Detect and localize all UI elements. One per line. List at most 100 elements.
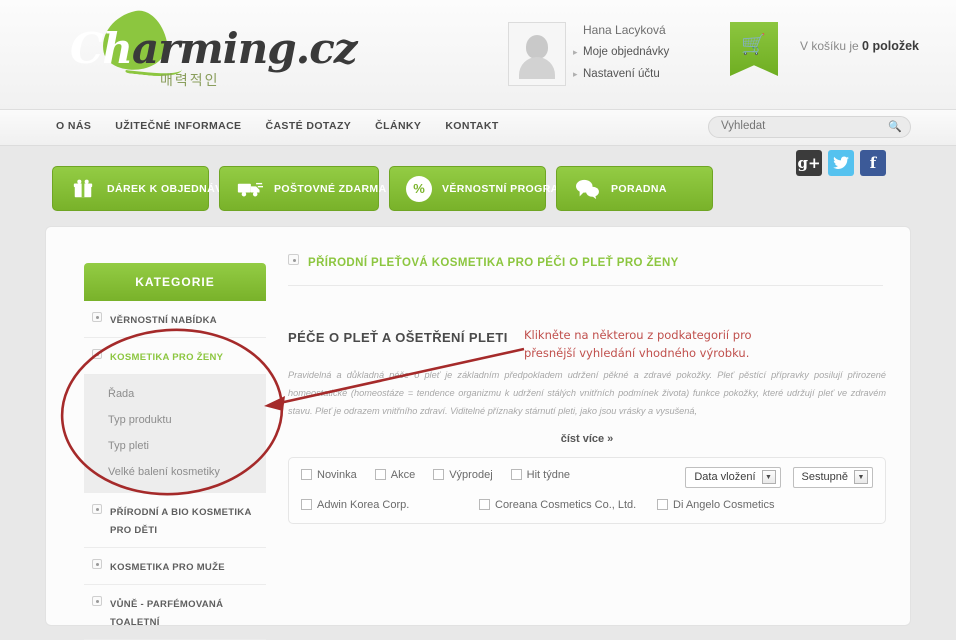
bullet-icon [288,254,299,265]
annotation-line-1: Klikněte na některou z podkategorií pro [524,328,752,342]
checkbox-box-icon[interactable] [433,469,445,481]
checkbox-vyprodej[interactable]: Výprodej [433,469,493,481]
truck-icon [236,175,264,203]
checkbox-box-icon[interactable] [510,469,522,481]
brand-filter-row: Adwin Korea Corp. Coreana Cosmetics Co.,… [301,499,873,511]
cart-prefix: V košíku je [800,39,859,53]
bullet-icon [92,504,102,514]
sidebar-item-vernostni-nabidka[interactable]: VĚRNOSTNÍ NABÍDKA [84,301,266,338]
sidebar-item-label: PŘÍRODNÍ A BIO KOSMETIKA PRO DĚTI [110,507,252,536]
logo-ch: Ch [70,24,133,73]
checkbox-label: Hit týdne [526,468,571,481]
sort-field-value: Data vložení [694,471,756,484]
sidebar-item-label: VŮNĚ - PARFÉMOVANÁ TOALETNÍ [110,599,224,628]
filter-panel: Novinka Akce Výprodej Hit týdne Data vlo [288,456,886,524]
sidebar-subitem-typ-produktu[interactable]: Typ produktu [84,407,266,433]
logo-dot: . [295,24,311,73]
google-plus-icon[interactable]: g+ [796,150,822,176]
checkbox-akce[interactable]: Akce [374,468,416,481]
chevron-down-icon[interactable]: ▼ [761,470,776,485]
sort-controls: Data vložení ▼ Sestupně ▼ [685,466,873,488]
nav-item-caste-dotazy[interactable]: ČASTÉ DOTAZY [265,120,351,132]
search-box[interactable]: 🔍 [708,116,911,138]
sort-order-value: Sestupně [801,471,848,484]
nav-item-o-nas[interactable]: O NÁS [56,120,91,132]
promo-button-loyalty[interactable]: % VĚRNOSTNÍ PROGRAM [389,166,567,211]
chevron-down-icon[interactable]: ▼ [854,470,868,485]
sort-order-select[interactable]: Sestupně ▼ [792,466,873,488]
checkbox-box-icon[interactable] [657,499,668,511]
chevron-right-icon: ▸ [573,69,578,79]
logo-subtitle: 매력적인 [160,73,220,89]
promo-button-gift[interactable]: DÁREK K OBJEDNÁVCE [52,166,237,211]
checkbox-box-icon[interactable] [374,469,386,481]
sidebar-item-kosmetika-pro-zeny[interactable]: KOSMETIKA PRO ŽENY [84,338,266,375]
checkbox-coreana-cosmetics[interactable]: Coreana Cosmetics Co., Ltd. [479,499,657,511]
twitter-icon[interactable] [828,150,854,176]
checkbox-novinka[interactable]: Novinka [301,469,357,481]
search-icon[interactable]: 🔍 [888,120,902,133]
cart-block[interactable]: 🛒 V košíku je 0 položek [730,22,930,92]
checkbox-label: Coreana Cosmetics Co., Ltd. [495,498,637,511]
account-link-settings-label: Nastavení účtu [583,68,660,80]
bullet-icon [92,349,102,359]
promo-label-loyalty: VĚRNOSTNÍ PROGRAM [442,182,568,195]
sidebar-header: KATEGORIE [84,263,266,301]
nav-items: O NÁS UŽITEČNÉ INFORMACE ČASTÉ DOTAZY ČL… [56,120,499,132]
sort-field-select[interactable]: Data vložení ▼ [685,466,781,488]
annotation-line-2: přesnější vyhledání vhodného výrobku. [524,345,750,360]
sidebar-subitem-typ-pleti[interactable]: Typ pleti [84,433,266,459]
account-link-orders[interactable]: ▸ Moje objednávky [573,46,669,58]
sidebar-item-bio-kosmetika-deti[interactable]: PŘÍRODNÍ A BIO KOSMETIKA PRO DĚTI [84,493,266,548]
cart-status: V košíku je 0 položek [800,39,919,53]
cart-count: 0 položek [862,39,920,53]
main-navbar: O NÁS UŽITEČNÉ INFORMACE ČASTÉ DOTAZY ČL… [0,110,956,146]
main-panel: KATEGORIE VĚRNOSTNÍ NABÍDKA KOSMETIKA PR… [45,226,911,640]
avatar[interactable] [508,22,566,86]
nav-item-kontakt[interactable]: KONTAKT [445,120,498,132]
sidebar-subcategory-list: Řada Typ produktu Typ pleti Velké balení… [84,375,266,493]
search-input[interactable] [721,120,881,132]
read-more-link[interactable]: číst více » [288,433,886,445]
nav-item-clanky[interactable]: ČLÁNKY [375,120,421,132]
logo-rest: arming [131,24,297,73]
checkbox-box-icon[interactable] [479,499,490,511]
account-block: Hana Lacyková ▸ Moje objednávky ▸ Nastav… [508,22,738,97]
checkbox-di-angelo-cosmetics[interactable]: Di Angelo Cosmetics [657,499,835,511]
account-link-settings[interactable]: ▸ Nastavení účtu [573,68,660,80]
sidebar-item-label: KOSMETIKA PRO ŽENY [110,352,224,363]
promo-label-free-shipping: POŠTOVNÉ ZDARMA [274,182,387,195]
sidebar-subitem-velke-baleni[interactable]: Velké balení kosmetiky [84,459,266,485]
checkbox-box-icon[interactable] [301,469,312,481]
checkbox-label: Novinka [317,468,357,481]
checkbox-hit-tydne[interactable]: Hit týdne [510,468,571,481]
promo-label-advice: PORADNA [611,182,667,195]
bullet-icon [92,596,102,606]
category-sidebar: KATEGORIE VĚRNOSTNÍ NABÍDKA KOSMETIKA PR… [84,263,266,640]
cart-icon: 🛒 [741,34,766,56]
breadcrumb[interactable]: PŘÍRODNÍ PLEŤOVÁ KOSMETIKA PRO PÉČI O PL… [288,253,883,286]
chat-bubbles-icon [573,175,601,203]
sidebar-subitem-rada[interactable]: Řada [84,381,266,407]
account-user-name: Hana Lacyková [583,23,666,37]
promo-button-free-shipping[interactable]: POŠTOVNÉ ZDARMA [219,166,386,211]
nav-item-uzitecne-informace[interactable]: UŽITEČNÉ INFORMACE [115,120,241,132]
promo-button-row: DÁREK K OBJEDNÁVCE POŠTOVNÉ ZDARMA % VĚR… [52,166,713,211]
sidebar-item-label: VĚRNOSTNÍ NABÍDKA [110,315,217,326]
sidebar-item-vune-parfemy[interactable]: VŮNĚ - PARFÉMOVANÁ TOALETNÍ [84,585,266,640]
checkbox-adwin-korea[interactable]: Adwin Korea Corp. [301,499,479,511]
sidebar-item-label: KOSMETIKA PRO MUŽE [110,562,225,573]
gift-icon [69,175,97,203]
promo-button-advice[interactable]: PORADNA [556,166,713,211]
checkbox-label: Akce [390,468,416,481]
sidebar-item-kosmetika-pro-muze[interactable]: KOSMETIKA PRO MUŽE [84,548,266,585]
cart-badge[interactable]: 🛒 [730,22,778,76]
bullet-icon [92,559,102,569]
facebook-icon[interactable]: f [860,150,886,176]
checkbox-box-icon[interactable] [301,499,312,511]
site-header: Charming.cz 매력적인 Hana Lacyková ▸ Moje ob… [0,0,956,110]
social-links: g+ f [796,150,886,176]
intro-paragraph: Pravidelná a důkladná péče o pleť je zák… [288,370,886,416]
avatar-body-icon [519,57,555,79]
site-logo[interactable]: Charming.cz 매력적인 [52,5,358,98]
